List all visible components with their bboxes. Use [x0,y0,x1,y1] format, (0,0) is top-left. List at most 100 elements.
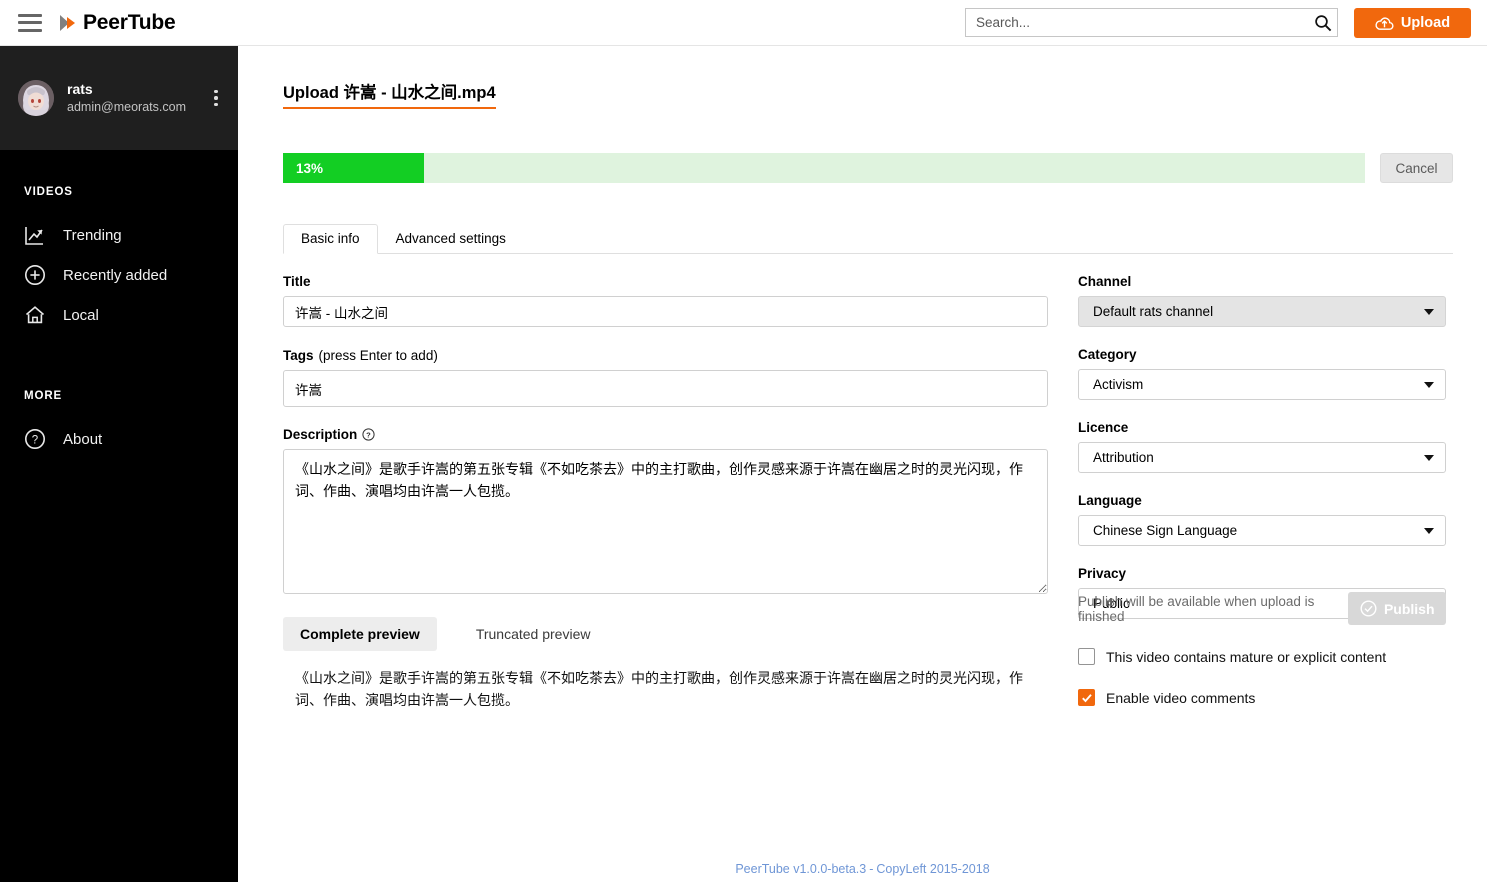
tags-label: Tags (press Enter to add) [283,348,1048,363]
complete-preview-button[interactable]: Complete preview [283,617,437,651]
account-summary[interactable]: rats admin@meorats.com [0,46,238,150]
trending-chart-icon [24,225,50,246]
dot [214,96,218,100]
question-circle-icon: ? [24,428,50,450]
title-label-text: Title [283,274,311,289]
upload-progress-row: 13% Cancel [283,152,1453,184]
form-right-column: Channel Default rats channel Category Ac… [1078,274,1446,706]
tags-hint: (press Enter to add) [318,348,438,363]
sidebar: rats admin@meorats.com VIDEOS Trending R… [0,46,238,882]
tags-label-text: Tags [283,348,314,363]
chevron-down-icon [1424,527,1434,534]
cancel-upload-button[interactable]: Cancel [1380,153,1453,183]
description-preview-text: 《山水之间》是歌手许嵩的第五张专辑《不如吃茶去》中的主打歌曲，创作灵感来源于许嵩… [295,670,1023,709]
publish-button-label: Publish [1383,600,1435,617]
language-value: Chinese Sign Language [1093,523,1238,538]
enable-comments-checkbox[interactable] [1078,689,1095,706]
brand-logo-link[interactable]: PeerTube [58,11,176,35]
check-icon [1081,693,1092,702]
sidebar-item-local[interactable]: Local [0,295,238,335]
enable-comments-row: Enable video comments [1078,689,1446,706]
main-content: Upload 许嵩 - 山水之间.mp4 13% Cancel Basic in… [238,46,1487,882]
sidebar-item-about[interactable]: ? About [0,419,238,459]
check-circle-icon [1360,600,1377,617]
form-tabs: Basic info Advanced settings [283,224,1453,254]
licence-label: Licence [1078,420,1129,435]
account-text: rats admin@meorats.com [67,80,208,116]
hamburger-line [18,28,42,32]
upload-progress-fill: 13% [283,153,424,183]
mature-content-label[interactable]: This video contains mature or explicit c… [1106,649,1386,665]
licence-select[interactable]: Attribution [1078,442,1446,473]
chevron-down-icon [1424,381,1434,388]
account-handle: admin@meorats.com [67,100,186,114]
description-label-text: Description [283,427,358,442]
upload-progress-label: 13% [296,160,324,176]
footer-separator: - [869,861,874,876]
sidebar-item-label: Recently added [63,266,168,284]
dot [214,102,218,107]
enable-comments-label[interactable]: Enable video comments [1106,690,1255,706]
top-header-bar: PeerTube Upload [0,0,1487,46]
tab-basic-info[interactable]: Basic info [283,224,378,254]
truncated-preview-button[interactable]: Truncated preview [459,617,608,651]
tags-input[interactable] [283,370,1048,407]
description-textarea[interactable]: 《山水之间》是歌手许嵩的第五张专辑《不如吃茶去》中的主打歌曲，创作灵感来源于许嵩… [283,449,1048,594]
vertical-dots-icon[interactable] [208,89,224,107]
chevron-down-icon [1424,454,1434,461]
licence-value: Attribution [1093,450,1154,465]
title-input[interactable] [283,296,1048,327]
sidebar-item-label: Trending [63,226,122,244]
sidebar-heading-more: MORE [24,390,63,402]
category-label: Category [1078,347,1137,362]
svg-text:?: ? [32,435,38,447]
page-title: Upload 许嵩 - 山水之间.mp4 [283,79,496,109]
brand-name: PeerTube [83,10,176,34]
account-display-name: rats [67,81,93,98]
sidebar-item-trending[interactable]: Trending [0,215,238,255]
dot [214,89,218,94]
search-icon[interactable] [1309,14,1337,32]
search-input[interactable] [966,14,1309,31]
privacy-label: Privacy [1078,566,1127,581]
user-avatar[interactable] [18,80,54,116]
tab-advanced-settings[interactable]: Advanced settings [378,224,524,254]
title-label: Title [283,274,1048,289]
channel-select[interactable]: Default rats channel [1078,296,1446,327]
sidebar-item-label: Local [63,306,99,324]
mature-content-row: This video contains mature or explicit c… [1078,648,1446,665]
cloud-upload-icon [1375,16,1394,30]
chevron-down-icon [1424,308,1434,315]
description-label: Description ? [283,427,1048,442]
search-box[interactable] [965,8,1338,37]
footer: PeerTube v1.0.0-beta.3 - CopyLeft 2015-2… [238,855,1487,882]
hamburger-menu-icon[interactable] [18,13,42,32]
home-icon [24,304,50,326]
footer-version-link[interactable]: PeerTube v1.0.0-beta.3 [735,862,866,876]
publish-note: Publish will be available when upload is… [1078,593,1315,624]
footer-copyleft-link[interactable]: CopyLeft 2015-2018 [876,862,989,876]
hamburger-line [18,13,42,17]
question-circle-icon[interactable]: ? [362,428,375,441]
language-select[interactable]: Chinese Sign Language [1078,515,1446,546]
upload-button[interactable]: Upload [1354,8,1471,38]
sidebar-item-label: About [63,430,103,448]
sidebar-heading-videos: VIDEOS [24,186,73,198]
publish-button[interactable]: Publish [1348,592,1446,625]
channel-value: Default rats channel [1093,304,1214,319]
mature-content-checkbox[interactable] [1078,648,1095,665]
category-value: Activism [1093,377,1144,392]
description-preview-toggle: Complete preview Truncated preview [283,617,1048,651]
svg-text:?: ? [366,431,371,440]
category-select[interactable]: Activism [1078,369,1446,400]
form-left-column: Title Tags (press Enter to add) Descript… [283,274,1048,712]
language-label: Language [1078,493,1142,508]
sidebar-item-recently-added[interactable]: Recently added [0,255,238,295]
channel-label: Channel [1078,274,1132,289]
upload-button-label: Upload [1400,15,1451,31]
